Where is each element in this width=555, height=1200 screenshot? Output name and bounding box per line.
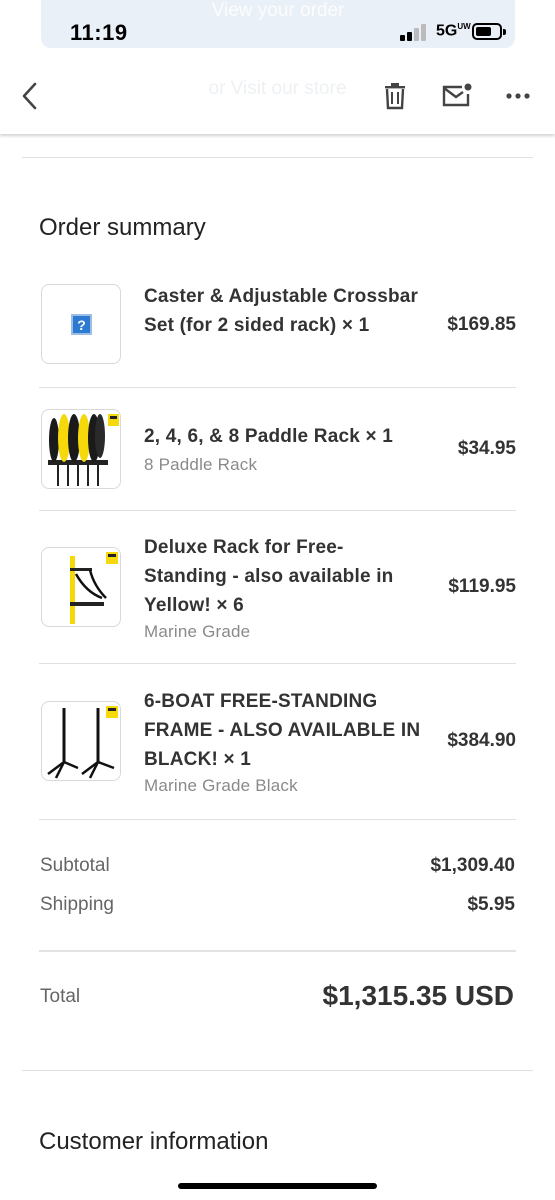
item-divider <box>39 819 516 820</box>
mail-toolbar: or Visit our store <box>0 60 555 134</box>
back-button[interactable] <box>12 78 48 114</box>
customer-information-heading: Customer information <box>39 1128 269 1155</box>
more-options-button[interactable] <box>500 78 536 114</box>
item-price: $119.95 <box>448 576 516 597</box>
item-title: 6-BOAT FREE-STANDING FRAME - ALSO AVAILA… <box>144 691 421 770</box>
total-value: $1,315.35 USD <box>322 980 514 1011</box>
view-order-banner-text: View your order <box>211 0 345 21</box>
chevron-left-icon <box>22 82 37 110</box>
delete-button[interactable] <box>378 78 412 114</box>
status-bar: View your order 11:19 5GUW <box>0 0 555 60</box>
svg-text:?: ? <box>77 317 86 333</box>
shipping-label: Shipping <box>40 894 114 915</box>
item-divider <box>39 510 516 511</box>
network-indicator: 5GUW <box>436 22 471 40</box>
item-divider <box>39 387 516 388</box>
trash-icon <box>385 83 405 110</box>
mail-unread-icon <box>442 83 472 107</box>
item-variant: Marine Grade <box>144 622 251 641</box>
subtotal-label: Subtotal <box>40 855 110 876</box>
order-line-item: 6-BOAT FREE-STANDING FRAME - ALSO AVAILA… <box>39 686 516 820</box>
section-divider <box>22 1070 533 1071</box>
more-horizontal-icon <box>506 93 530 99</box>
section-divider <box>22 157 533 158</box>
battery-icon <box>472 23 506 40</box>
item-price: $384.90 <box>447 730 516 751</box>
item-title: Deluxe Rack for Free-Standing - also ava… <box>144 537 394 616</box>
item-price: $34.95 <box>457 438 516 459</box>
item-thumbnail <box>41 701 121 781</box>
item-thumbnail <box>41 409 121 489</box>
paddle-rack-photo <box>48 414 119 486</box>
totals-divider <box>39 950 516 952</box>
broken-image-icon: ? <box>71 314 92 335</box>
deluxe-rack-photo <box>70 552 118 624</box>
shipping-value: $5.95 <box>467 894 515 915</box>
item-variant: 8 Paddle Rack <box>144 455 258 474</box>
item-title: 2, 4, 6, & 8 Paddle Rack × 1 <box>144 426 394 447</box>
order-line-item: 2, 4, 6, & 8 Paddle Rack × 1 8 Paddle Ra… <box>39 408 516 510</box>
item-thumbnail: ? <box>41 284 121 364</box>
signal-icon <box>400 23 430 41</box>
order-line-item: ? Caster & Adjustable Crossbar Set (for … <box>39 280 516 388</box>
total-label: Total <box>40 986 81 1007</box>
status-time: 11:19 <box>70 20 128 45</box>
order-line-item: Deluxe Rack for Free-Standing - also ava… <box>39 532 516 664</box>
item-variant: Marine Grade Black <box>144 776 298 795</box>
home-indicator <box>178 1183 377 1189</box>
item-title: Caster & Adjustable Crossbar Set (for 2 … <box>144 286 419 336</box>
mark-unread-button[interactable] <box>438 78 476 114</box>
free-standing-frame-photo <box>47 706 118 779</box>
subtotal-value: $1,309.40 <box>430 855 515 876</box>
item-thumbnail <box>41 547 121 627</box>
item-price: $169.85 <box>447 314 516 335</box>
item-divider <box>39 663 516 664</box>
order-summary-heading: Order summary <box>39 214 206 241</box>
